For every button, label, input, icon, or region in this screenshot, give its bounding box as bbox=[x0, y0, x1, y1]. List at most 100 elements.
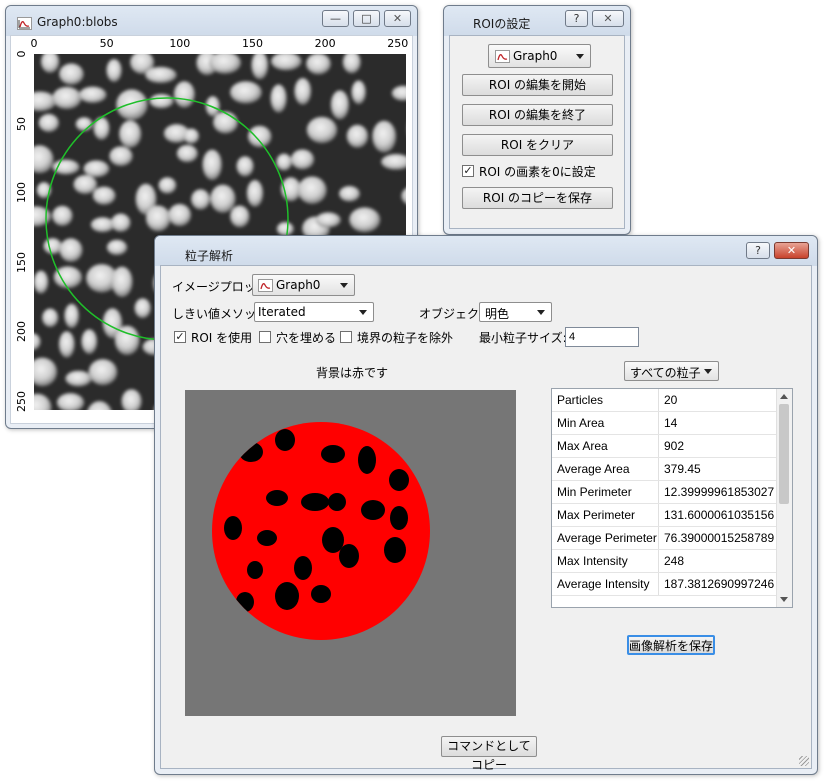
fill-holes-checkbox[interactable] bbox=[259, 331, 271, 343]
particle bbox=[224, 516, 242, 540]
set-pixels-zero-label: ROI の画素を0に設定 bbox=[479, 165, 596, 179]
stats-row[interactable]: Min Area 14 bbox=[552, 411, 776, 435]
blob bbox=[372, 120, 397, 153]
y-tick-label: 100 bbox=[15, 182, 28, 204]
y-tick-label: 250 bbox=[15, 390, 28, 412]
particle bbox=[266, 490, 288, 506]
y-tick-label: 50 bbox=[15, 116, 28, 131]
particle bbox=[390, 506, 408, 530]
stats-row[interactable]: Particles 20 bbox=[552, 389, 776, 412]
blob bbox=[149, 94, 174, 109]
blob bbox=[191, 189, 211, 210]
resize-grip-icon[interactable] bbox=[799, 756, 809, 766]
blob bbox=[88, 359, 118, 386]
stats-value: 14 bbox=[658, 411, 776, 435]
blob bbox=[202, 149, 222, 180]
particle-filter-value: すべての粒子 bbox=[630, 366, 701, 380]
stats-key: Min Perimeter bbox=[552, 480, 659, 504]
graph-select[interactable]: Graph0 bbox=[488, 44, 591, 68]
particle bbox=[389, 469, 409, 491]
maximize-button[interactable]: □ bbox=[353, 10, 380, 27]
check-icon: ✓ bbox=[463, 164, 473, 177]
blob bbox=[247, 125, 272, 148]
blob bbox=[339, 186, 360, 202]
particle bbox=[301, 493, 329, 511]
stats-row[interactable]: Max Area 902 bbox=[552, 434, 776, 458]
close-button[interactable]: ✕ bbox=[592, 10, 624, 27]
blob bbox=[230, 205, 250, 228]
blob bbox=[290, 149, 315, 170]
blob bbox=[58, 331, 75, 358]
minimize-button[interactable]: — bbox=[322, 10, 349, 27]
object-select[interactable]: 明色 bbox=[479, 302, 552, 322]
particle-preview-image[interactable] bbox=[185, 390, 516, 716]
particle-filter-select[interactable]: すべての粒子 bbox=[624, 361, 719, 381]
blob bbox=[158, 177, 177, 194]
copy-as-command-button[interactable]: コマンドとしてコピー bbox=[441, 736, 537, 772]
blob bbox=[59, 238, 83, 262]
roi-window-title: ROIの設定 bbox=[473, 17, 531, 31]
blob bbox=[53, 266, 82, 289]
save-analysis-button[interactable]: 画像解析を保存 bbox=[627, 635, 715, 655]
stats-row[interactable]: Average Intensity 187.3812690997246 bbox=[552, 572, 776, 596]
end-edit-roi-button[interactable]: ROI の編集を終了 bbox=[462, 104, 613, 126]
stats-value: 20 bbox=[658, 389, 776, 412]
object-value: 明色 bbox=[485, 307, 510, 321]
particle bbox=[275, 582, 299, 610]
stats-row[interactable]: Max Intensity 248 bbox=[552, 549, 776, 573]
save-roi-copy-button[interactable]: ROI のコピーを保存 bbox=[462, 187, 613, 209]
particle bbox=[321, 445, 345, 463]
scroll-down-icon[interactable] bbox=[780, 597, 788, 602]
stats-key: Average Intensity bbox=[552, 572, 659, 596]
chevron-down-icon bbox=[576, 54, 584, 59]
blob bbox=[236, 156, 254, 177]
use-roi-checkbox[interactable]: ✓ bbox=[174, 331, 186, 343]
stats-value: 12.39999961853027 bbox=[658, 480, 776, 504]
blob bbox=[134, 298, 151, 319]
set-pixels-zero-checkbox[interactable]: ✓ bbox=[462, 165, 474, 177]
roi-panel: Graph0 ROI の編集を開始 ROI の編集を終了 ROI をクリア ✓ … bbox=[449, 35, 625, 229]
close-button[interactable]: ✕ bbox=[774, 242, 809, 259]
preview-caption: 背景は赤です bbox=[316, 366, 389, 380]
min-size-input[interactable] bbox=[565, 327, 639, 347]
close-button[interactable]: ✕ bbox=[384, 10, 411, 27]
stats-scrollbar[interactable] bbox=[776, 389, 792, 607]
exclude-edge-checkbox[interactable] bbox=[340, 331, 352, 343]
blob bbox=[276, 153, 292, 171]
scroll-thumb[interactable] bbox=[779, 404, 789, 504]
blob bbox=[346, 124, 369, 148]
image-plot-value: Graph0 bbox=[276, 278, 321, 292]
roi-settings-window: ROIの設定 ? ✕ Graph0 ROI の編集を開始 ROI の編集を終了 … bbox=[443, 5, 631, 235]
image-plot-select[interactable]: Graph0 bbox=[252, 274, 355, 296]
blob bbox=[59, 63, 84, 85]
clear-roi-button[interactable]: ROI をクリア bbox=[462, 134, 613, 156]
stats-row[interactable]: Average Area 379.45 bbox=[552, 457, 776, 481]
blob bbox=[90, 217, 115, 233]
min-size-label: 最小粒子サイズ: bbox=[479, 331, 567, 345]
stats-key: Max Intensity bbox=[552, 549, 659, 573]
blob bbox=[119, 120, 142, 148]
chevron-down-icon bbox=[537, 310, 545, 315]
help-button[interactable]: ? bbox=[746, 242, 770, 259]
threshold-method-select[interactable]: Iterated bbox=[254, 302, 374, 322]
help-button[interactable]: ? bbox=[565, 10, 588, 27]
blob bbox=[145, 205, 171, 232]
start-edit-roi-button[interactable]: ROI の編集を開始 bbox=[462, 74, 613, 96]
stats-table-container: Particles 20 Min Area 14 Max Area 902 Average … bbox=[551, 388, 793, 608]
scroll-up-icon[interactable] bbox=[780, 394, 788, 399]
blob bbox=[183, 128, 200, 144]
stats-row[interactable]: Average Perimeter 76.39000015258789 bbox=[552, 526, 776, 550]
blob bbox=[294, 78, 312, 105]
stats-value: 76.39000015258789 bbox=[658, 526, 776, 550]
blob bbox=[34, 270, 49, 294]
x-tick-label: 250 bbox=[387, 37, 409, 50]
stats-row[interactable]: Min Perimeter 12.39999961853027 bbox=[552, 480, 776, 504]
blob bbox=[145, 66, 177, 84]
y-tick-label: 200 bbox=[15, 321, 28, 343]
blob bbox=[64, 303, 79, 328]
stats-row[interactable]: Max Perimeter 131.6000061035156 bbox=[552, 503, 776, 527]
check-icon: ✓ bbox=[175, 330, 185, 343]
particle-window-titlebar[interactable] bbox=[155, 236, 817, 266]
stats-key: Average Perimeter bbox=[552, 526, 659, 550]
blob bbox=[81, 329, 98, 354]
